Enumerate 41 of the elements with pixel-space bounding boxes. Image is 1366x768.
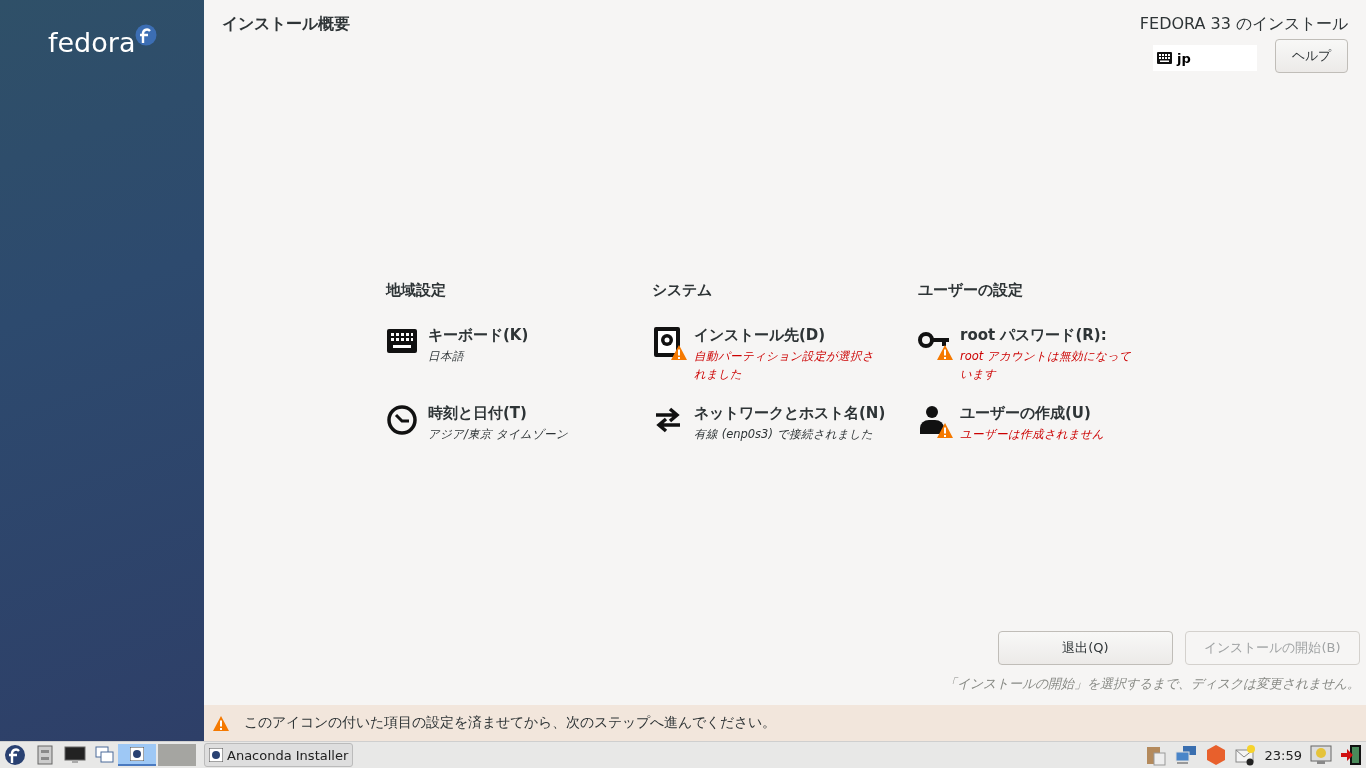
disk-note: 「インストールの開始」を選択するまで、ディスクは変更されません。 bbox=[944, 675, 1360, 693]
spoke-status: 自動パーティション設定が選択されました bbox=[694, 348, 874, 383]
spoke-link[interactable]: ネットワークとホスト名(N) bbox=[694, 404, 894, 423]
keyboard-layout-indicator[interactable]: jp bbox=[1153, 45, 1257, 71]
spoke-status: 日本語 bbox=[428, 348, 466, 365]
mail-icon[interactable] bbox=[1234, 744, 1257, 766]
hexagon-icon[interactable] bbox=[1204, 744, 1227, 766]
spoke-status: 有線 (enp0s3) で接続されました bbox=[694, 426, 874, 443]
help-button[interactable]: ヘルプ bbox=[1275, 39, 1348, 73]
window-thumbnail-icon bbox=[130, 747, 144, 761]
fedora-icon[interactable] bbox=[4, 744, 26, 766]
user-warning-icon[interactable] bbox=[918, 404, 954, 440]
app-icon bbox=[209, 748, 223, 762]
file-cabinet-icon[interactable] bbox=[34, 744, 56, 766]
category-heading: システム bbox=[652, 281, 713, 300]
warning-icon bbox=[212, 714, 230, 732]
keyboard-icon bbox=[1157, 52, 1172, 64]
fedora-logo-text: fedora bbox=[48, 27, 136, 58]
spoke-status: アジア/東京 タイムゾーン bbox=[428, 426, 569, 443]
monitor-icon[interactable] bbox=[64, 744, 86, 766]
warning-message: このアイコンの付いた項目の設定を済ませてから、次のステップへ進んでください。 bbox=[244, 714, 776, 732]
action-button[interactable]: 退出(Q) bbox=[998, 631, 1173, 665]
spoke-link[interactable]: root パスワード(R): bbox=[960, 326, 1160, 345]
spoke-status: ユーザーは作成されません bbox=[960, 426, 1105, 443]
windows-icon[interactable] bbox=[94, 744, 116, 766]
clipboard-icon[interactable] bbox=[1144, 744, 1167, 766]
spoke-link[interactable]: キーボード(K) bbox=[428, 326, 628, 345]
exit-icon[interactable] bbox=[1340, 744, 1362, 766]
spoke-link[interactable]: ユーザーの作成(U) bbox=[960, 404, 1160, 423]
clock-time[interactable]: 23:59 bbox=[1264, 747, 1302, 763]
category-heading: ユーザーの設定 bbox=[918, 281, 1024, 300]
task-button[interactable]: Anaconda Installer bbox=[204, 743, 354, 767]
category-heading: 地域設定 bbox=[386, 281, 447, 300]
spoke-status: root アカウントは無効になっています bbox=[960, 348, 1132, 383]
spoke-link[interactable]: 時刻と日付(T) bbox=[428, 404, 628, 423]
disk-warning-icon[interactable] bbox=[652, 326, 688, 362]
page-title: インストール概要 bbox=[222, 14, 350, 35]
workspace-button[interactable] bbox=[118, 744, 156, 766]
product-title: FEDORA 33 のインストール bbox=[1139, 14, 1348, 35]
network-computers-icon[interactable] bbox=[1174, 744, 1197, 766]
spoke-link[interactable]: インストール先(D) bbox=[694, 326, 894, 345]
